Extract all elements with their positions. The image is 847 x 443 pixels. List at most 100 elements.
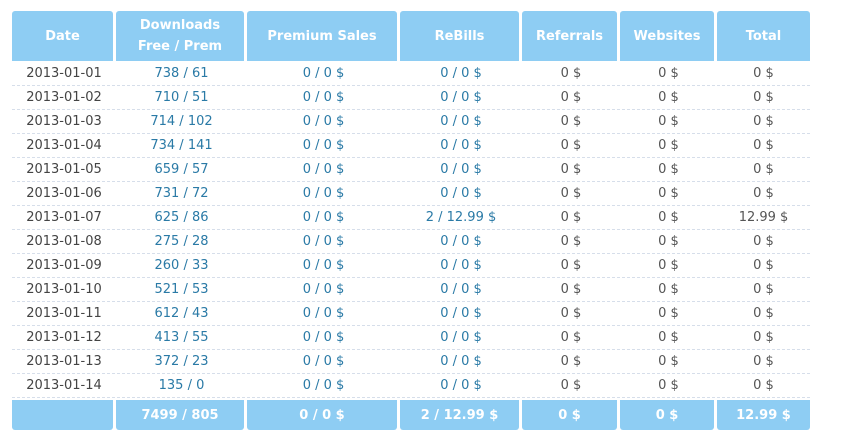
- cell-premium-sales: 0 / 0 $: [302, 258, 345, 273]
- cell-premium-sales: 0 / 0 $: [302, 306, 345, 321]
- cell-date: 2013-01-07: [26, 210, 102, 225]
- cell-date: 2013-01-14: [26, 378, 102, 393]
- cell-websites: 0 $: [658, 234, 679, 249]
- table-row: 2013-01-13 372 / 23 0 / 0 $ 0 / 0 $ 0 $ 0 $ 0 …: [12, 350, 810, 374]
- cell-rebills: 0 / 0 $: [440, 138, 482, 153]
- cell-referrals: 0 $: [560, 306, 582, 321]
- table-body: 2013-01-01 738 / 61 0 / 0 $ 0 / 0 $ 0 $ 0 $ 0 …: [12, 62, 810, 398]
- cell-referrals: 0 $: [560, 90, 582, 105]
- cell-premium-sales: 0 / 0 $: [302, 162, 345, 177]
- total-cell-date: [12, 400, 113, 430]
- cell-referrals: 0 $: [560, 114, 582, 129]
- cell-premium-sales: 0 / 0 $: [302, 186, 345, 201]
- cell-websites: 0 $: [658, 330, 679, 345]
- cell-websites: 0 $: [658, 354, 679, 369]
- table-row: 2013-01-12 413 / 55 0 / 0 $ 0 / 0 $ 0 $ 0 $ 0 …: [12, 326, 810, 350]
- cell-date: 2013-01-13: [26, 354, 102, 369]
- cell-downloads: 413 / 55: [154, 330, 209, 345]
- cell-referrals: 0 $: [560, 66, 582, 81]
- cell-total: 0 $: [753, 138, 774, 153]
- cell-rebills: 0 / 0 $: [440, 114, 482, 129]
- cell-premium-sales: 0 / 0 $: [302, 138, 345, 153]
- cell-websites: 0 $: [658, 138, 679, 153]
- table-row: 2013-01-05 659 / 57 0 / 0 $ 0 / 0 $ 0 $ 0 $ 0 …: [12, 158, 810, 182]
- cell-premium-sales: 0 / 0 $: [302, 66, 345, 81]
- cell-total: 0 $: [753, 66, 774, 81]
- column-header-websites: Websites: [620, 11, 714, 61]
- cell-rebills: 0 / 0 $: [440, 282, 482, 297]
- table-row: 2013-01-11 612 / 43 0 / 0 $ 0 / 0 $ 0 $ 0 $ 0 …: [12, 302, 810, 326]
- cell-downloads: 738 / 61: [154, 66, 209, 81]
- cell-referrals: 0 $: [560, 162, 582, 177]
- cell-referrals: 0 $: [560, 138, 582, 153]
- column-header-referrals: Referrals: [522, 11, 617, 61]
- cell-rebills: 0 / 0 $: [440, 378, 482, 393]
- cell-rebills: 2 / 12.99 $: [425, 210, 497, 225]
- table-row: 2013-01-06 731 / 72 0 / 0 $ 0 / 0 $ 0 $ 0 $ 0 …: [12, 182, 810, 206]
- cell-total: 0 $: [753, 354, 774, 369]
- column-header-premium-sales: Premium Sales: [247, 11, 397, 61]
- cell-total: 12.99 $: [738, 210, 789, 225]
- cell-downloads: 135 / 0: [158, 378, 205, 393]
- cell-downloads: 714 / 102: [150, 114, 213, 129]
- cell-downloads: 521 / 53: [154, 282, 209, 297]
- total-cell-premium-sales: 0 / 0 $: [247, 400, 397, 430]
- cell-websites: 0 $: [658, 114, 679, 129]
- cell-premium-sales: 0 / 0 $: [302, 114, 345, 129]
- cell-websites: 0 $: [658, 306, 679, 321]
- cell-rebills: 0 / 0 $: [440, 258, 482, 273]
- cell-date: 2013-01-12: [26, 330, 102, 345]
- table-row: 2013-01-02 710 / 51 0 / 0 $ 0 / 0 $ 0 $ 0 $ 0 …: [12, 86, 810, 110]
- cell-rebills: 0 / 0 $: [440, 306, 482, 321]
- cell-downloads: 734 / 141: [150, 138, 213, 153]
- table-row: 2013-01-14 135 / 0 0 / 0 $ 0 / 0 $ 0 $ 0 $ 0 $: [12, 374, 810, 398]
- cell-websites: 0 $: [658, 282, 679, 297]
- cell-rebills: 0 / 0 $: [440, 354, 482, 369]
- cell-total: 0 $: [753, 282, 774, 297]
- table-row: 2013-01-04 734 / 141 0 / 0 $ 0 / 0 $ 0 $ 0 $ 0…: [12, 134, 810, 158]
- column-header-date: Date: [12, 11, 113, 61]
- cell-date: 2013-01-10: [26, 282, 102, 297]
- cell-referrals: 0 $: [560, 378, 582, 393]
- cell-referrals: 0 $: [560, 282, 582, 297]
- table-row: 2013-01-07 625 / 86 0 / 0 $ 2 / 12.99 $ 0 $ 0…: [12, 206, 810, 230]
- table-row: 2013-01-03 714 / 102 0 / 0 $ 0 / 0 $ 0 $ 0 $ 0…: [12, 110, 810, 134]
- total-cell-total: 12.99 $: [717, 400, 810, 430]
- cell-total: 0 $: [753, 234, 774, 249]
- cell-total: 0 $: [753, 90, 774, 105]
- cell-referrals: 0 $: [560, 186, 582, 201]
- cell-total: 0 $: [753, 258, 774, 273]
- cell-rebills: 0 / 0 $: [440, 90, 482, 105]
- cell-total: 0 $: [753, 378, 774, 393]
- column-header-total: Total: [717, 11, 810, 61]
- cell-rebills: 0 / 0 $: [440, 234, 482, 249]
- total-cell-referrals: 0 $: [522, 400, 617, 430]
- cell-rebills: 0 / 0 $: [440, 330, 482, 345]
- cell-total: 0 $: [753, 330, 774, 345]
- table-row: 2013-01-01 738 / 61 0 / 0 $ 0 / 0 $ 0 $ 0 $ 0 …: [12, 62, 810, 86]
- cell-date: 2013-01-03: [26, 114, 102, 129]
- cell-premium-sales: 0 / 0 $: [302, 210, 345, 225]
- total-cell-rebills: 2 / 12.99 $: [400, 400, 519, 430]
- cell-date: 2013-01-11: [26, 306, 102, 321]
- cell-websites: 0 $: [658, 210, 679, 225]
- table-row: 2013-01-09 260 / 33 0 / 0 $ 0 / 0 $ 0 $ 0 $ 0 …: [12, 254, 810, 278]
- cell-downloads: 275 / 28: [154, 234, 209, 249]
- total-cell-downloads: 7499 / 805: [116, 400, 244, 430]
- cell-date: 2013-01-08: [26, 234, 102, 249]
- cell-websites: 0 $: [658, 66, 679, 81]
- table-row: 2013-01-08 275 / 28 0 / 0 $ 0 / 0 $ 0 $ 0 $ 0 …: [12, 230, 810, 254]
- cell-date: 2013-01-09: [26, 258, 102, 273]
- cell-websites: 0 $: [658, 186, 679, 201]
- cell-premium-sales: 0 / 0 $: [302, 90, 345, 105]
- cell-total: 0 $: [753, 186, 774, 201]
- cell-downloads: 731 / 72: [154, 186, 209, 201]
- total-cell-websites: 0 $: [620, 400, 714, 430]
- cell-premium-sales: 0 / 0 $: [302, 354, 345, 369]
- cell-downloads: 625 / 86: [154, 210, 209, 225]
- cell-date: 2013-01-02: [26, 90, 102, 105]
- cell-referrals: 0 $: [560, 330, 582, 345]
- cell-total: 0 $: [753, 162, 774, 177]
- cell-premium-sales: 0 / 0 $: [302, 234, 345, 249]
- cell-downloads: 372 / 23: [154, 354, 209, 369]
